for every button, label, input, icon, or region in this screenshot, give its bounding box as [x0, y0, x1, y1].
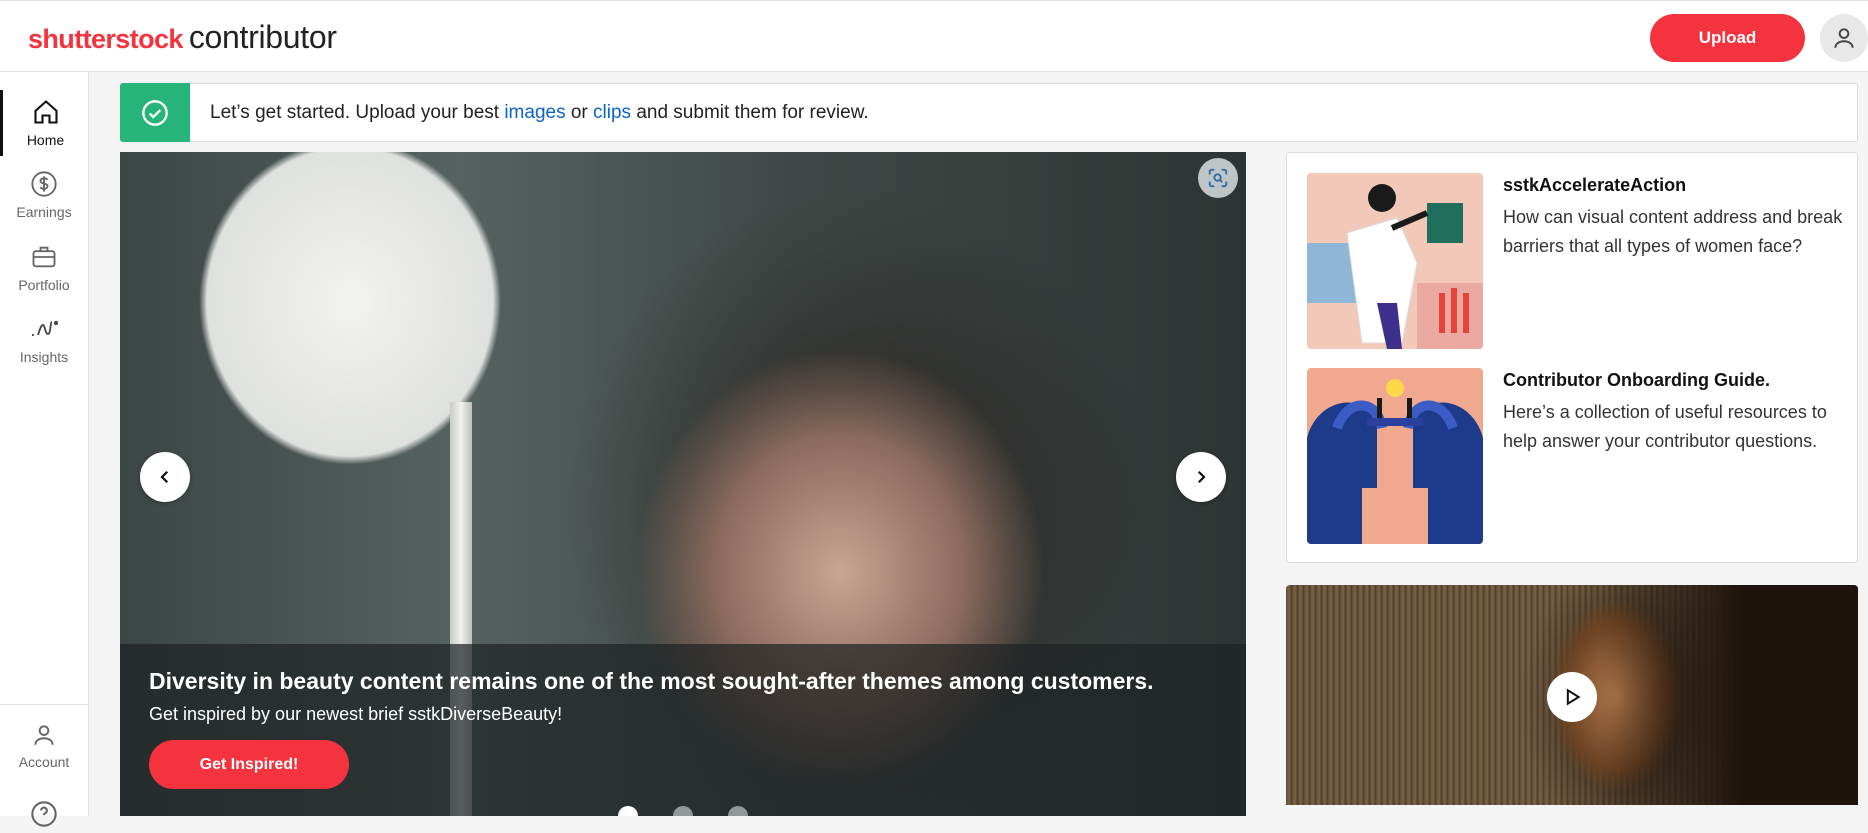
article-onboarding-guide[interactable]: Contributor Onboarding Guide. Here’s a c…: [1307, 368, 1837, 544]
article-thumbnail: [1307, 368, 1483, 544]
sidebar-nav: Home Earnings Portfolio Insights Account: [0, 72, 89, 827]
carousel-dot[interactable]: [673, 806, 693, 816]
insights-icon: [32, 320, 59, 336]
banner-text-before: Let’s get started. Upload your best: [210, 101, 505, 123]
sidebar-item-label: Portfolio: [18, 277, 70, 293]
banner-status: [120, 83, 190, 142]
upload-button[interactable]: Upload: [1650, 14, 1805, 62]
sidebar-item-label: Insights: [19, 349, 69, 365]
chevron-left-icon: [160, 470, 169, 484]
shutterstock-contributor-logo[interactable]: shutterstock contributor: [28, 19, 337, 55]
hero-carousel: Diversity in beauty content remains one …: [120, 152, 1246, 816]
video-thumbnail: [1598, 585, 1858, 805]
hero-caption: Diversity in beauty content remains one …: [120, 644, 1246, 816]
account-menu-button[interactable]: [1820, 14, 1868, 62]
visual-search-button[interactable]: [1198, 158, 1238, 198]
top-bar: shutterstock contributor Upload: [0, 0, 1868, 72]
visual-search-icon: [1208, 168, 1228, 188]
sidebar-item-home[interactable]: Home: [0, 90, 88, 156]
carousel-prev-button[interactable]: [140, 452, 190, 502]
get-inspired-button[interactable]: Get Inspired!: [149, 740, 349, 789]
sidebar-item-account[interactable]: Account: [0, 713, 88, 779]
carousel-dot[interactable]: [728, 806, 748, 816]
carousel-next-button[interactable]: [1176, 452, 1226, 502]
hero-title: Diversity in beauty content remains one …: [149, 668, 1154, 694]
hero-subtitle: Get inspired by our newest brief sstkDiv…: [149, 704, 563, 724]
sidebar-item-label: Earnings: [16, 204, 72, 220]
getting-started-banner: Let’s get started. Upload your best imag…: [120, 83, 1858, 142]
article-title: Contributor Onboarding Guide.: [1503, 370, 1770, 390]
article-thumbnail: [1307, 173, 1483, 349]
dollar-icon: [31, 171, 57, 197]
carousel-dot[interactable]: [618, 806, 638, 816]
chevron-right-icon: [1197, 470, 1206, 484]
person-icon: [34, 725, 54, 745]
logo-brand: shutterstock: [28, 24, 183, 54]
briefcase-icon: [32, 246, 56, 268]
sidebar-divider: [0, 704, 88, 705]
clips-link[interactable]: clips: [593, 102, 631, 123]
check-circle-icon: [142, 99, 168, 126]
article-accelerate-action[interactable]: sstkAccelerateAction How can visual cont…: [1307, 173, 1842, 349]
banner-message: Let’s get started. Upload your best imag…: [210, 102, 869, 124]
play-button[interactable]: [1547, 672, 1597, 722]
article-description: Here’s a collection of useful resources …: [1503, 402, 1827, 451]
sidebar-item-label: Account: [18, 754, 70, 770]
play-icon: [1566, 688, 1581, 706]
sidebar-item-insights[interactable]: Insights: [0, 307, 88, 373]
person-icon: [1834, 28, 1854, 48]
featured-video-card[interactable]: [1286, 585, 1858, 805]
banner-text-middle: or: [565, 101, 594, 123]
sidebar-item-portfolio[interactable]: Portfolio: [0, 235, 88, 301]
help-icon: [31, 801, 57, 827]
article-title: sstkAccelerateAction: [1503, 175, 1687, 195]
logo-product: contributor: [188, 19, 337, 55]
resources-card: sstkAccelerateAction How can visual cont…: [1286, 152, 1858, 563]
banner-text-after: and submit them for review.: [631, 101, 869, 123]
images-link[interactable]: images: [504, 102, 565, 123]
sidebar-item-help[interactable]: [30, 800, 58, 833]
carousel-pagination: [120, 806, 1246, 816]
article-description: How can visual content address and break…: [1503, 207, 1843, 256]
sidebar-item-earnings[interactable]: Earnings: [0, 162, 88, 228]
sidebar-item-label: Home: [26, 132, 65, 148]
home-icon: [33, 100, 58, 124]
